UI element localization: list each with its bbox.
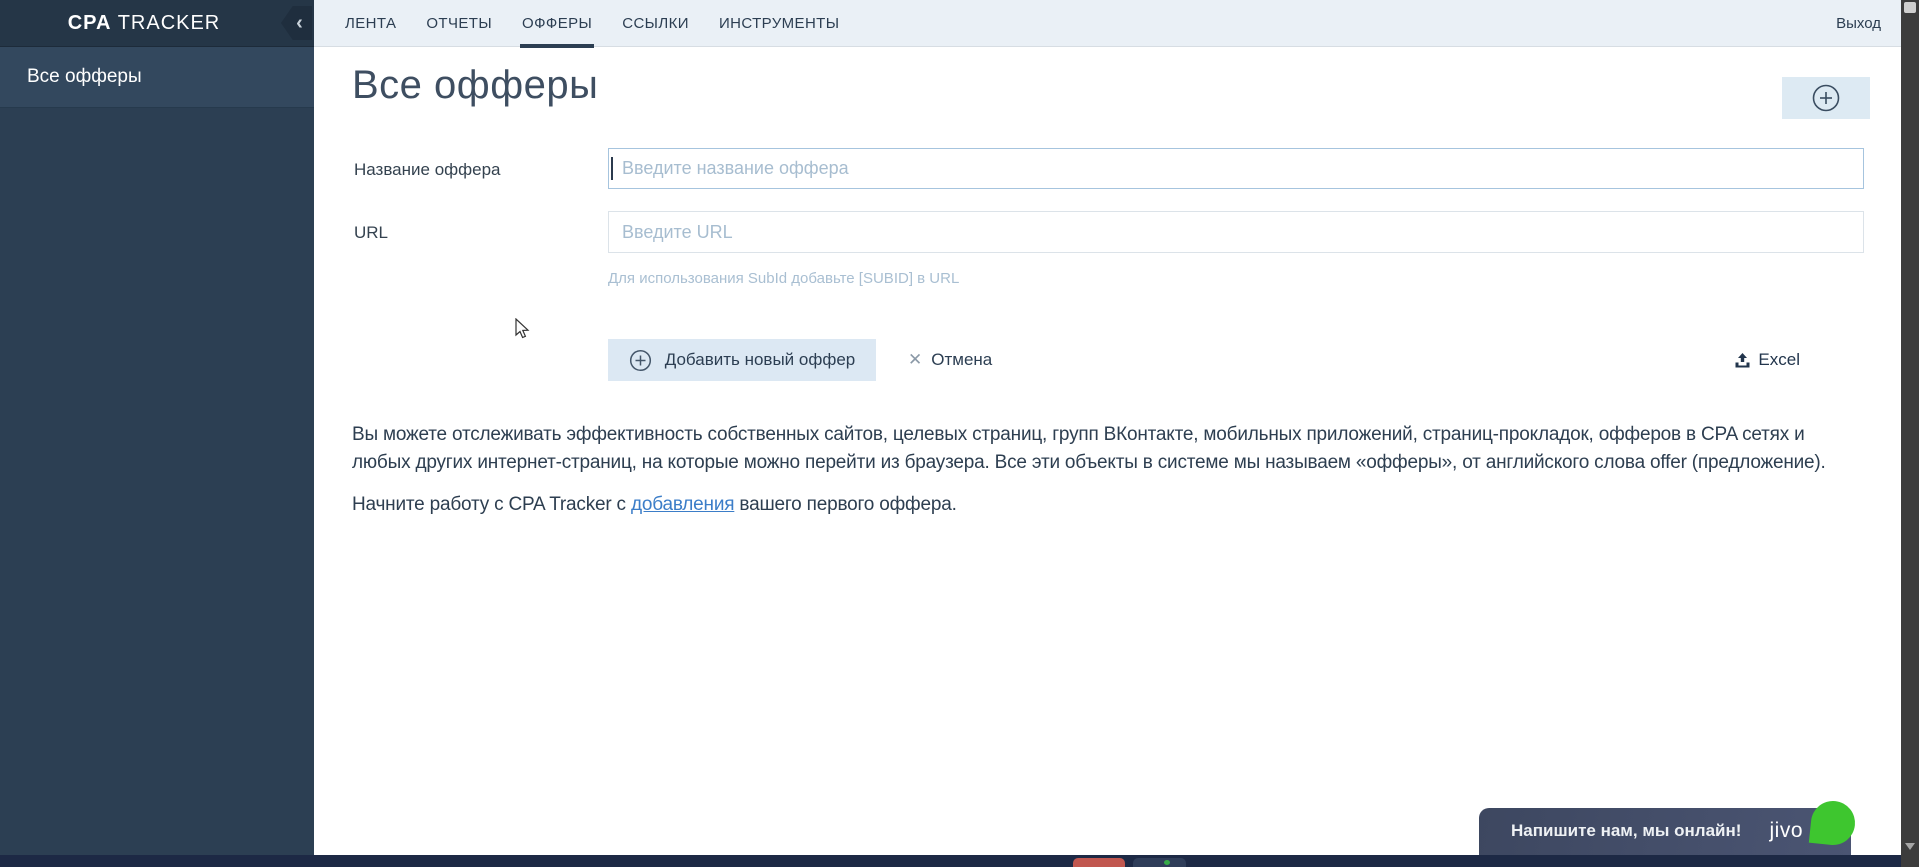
form-actions: Добавить новый оффер ✕ Отмена Excel — [608, 339, 1864, 381]
circle-plus-icon — [1812, 84, 1840, 112]
upload-icon — [1735, 352, 1750, 367]
close-icon: ✕ — [908, 350, 923, 369]
tab-instrumenty[interactable]: ИНСТРУМЕНТЫ — [719, 0, 840, 47]
sidebar-item-label: Все офферы — [27, 66, 142, 87]
sidebar-item-all-offers[interactable]: Все офферы — [0, 47, 314, 108]
app-window: CPA TRACKER ‹ Все офферы ЛЕНТА ОТЧЕТЫ ОФ… — [0, 0, 1919, 867]
excel-link-label: Excel — [1758, 350, 1800, 369]
main-content: Все офферы Название оффера URL Для испол… — [314, 48, 1901, 855]
tab-label: ССЫЛКИ — [622, 14, 689, 32]
getting-started-paragraph: Начните работу с CPA Tracker с добавлени… — [352, 491, 1854, 519]
sidebar: CPA TRACKER ‹ Все офферы — [0, 0, 314, 855]
bottom-bar-red-button[interactable] — [1073, 858, 1125, 867]
tab-label: ИНСТРУМЕНТЫ — [718, 14, 840, 32]
circle-plus-icon — [629, 349, 651, 371]
app-logo-rest: TRACKER — [117, 12, 221, 34]
offer-name-label: Название оффера — [354, 160, 501, 179]
add-offer-button-label: Добавить новый оффер — [664, 350, 856, 369]
tab-otchety[interactable]: ОТЧЕТЫ — [426, 0, 492, 47]
tab-offery[interactable]: ОФФЕРЫ — [520, 0, 595, 48]
cancel-button[interactable]: ✕ Отмена — [908, 350, 992, 370]
tab-lenta[interactable]: ЛЕНТА — [345, 0, 396, 47]
chat-message: Напишите нам, мы онлайн! — [1511, 821, 1742, 840]
tab-ssylki[interactable]: ССЫЛКИ — [622, 0, 689, 47]
bottom-bar — [0, 855, 1919, 867]
page-title: Все офферы — [352, 63, 599, 107]
chat-widget[interactable]: Напишите нам, мы онлайн! jivo — [1479, 798, 1858, 855]
tab-label: ЛЕНТА — [345, 14, 397, 32]
app-logo-bold: CPA — [67, 12, 112, 34]
scrollbar-thumb[interactable] — [1904, 2, 1916, 13]
chevron-left-icon: ‹ — [296, 12, 303, 34]
offer-name-input[interactable] — [608, 148, 1864, 189]
jivo-logo: jivo — [1769, 819, 1803, 842]
bottom-bar-green-button[interactable] — [1133, 858, 1186, 867]
app-logo: CPA TRACKER — [0, 0, 314, 47]
getting-started-prefix: Начните работу с CPA Tracker с — [352, 494, 631, 515]
offer-url-input[interactable] — [608, 211, 1864, 253]
cancel-button-label: Отмена — [931, 350, 993, 369]
sidebar-nav: Все офферы — [0, 47, 314, 108]
green-dot-icon — [1164, 860, 1170, 865]
add-offer-toggle-button[interactable] — [1782, 77, 1870, 119]
subid-hint: Для использования SubId добавьте [SUBID]… — [608, 270, 960, 287]
logout-link[interactable]: Выход — [1836, 15, 1881, 32]
add-first-offer-link[interactable]: добавления — [631, 494, 735, 515]
text-caret — [611, 157, 613, 180]
tab-label: ОТЧЕТЫ — [426, 14, 493, 32]
add-offer-button[interactable]: Добавить новый оффер — [608, 339, 876, 381]
intro-paragraph: Вы можете отслеживать эффективность собс… — [352, 424, 1826, 473]
excel-export-link[interactable]: Excel — [1734, 350, 1800, 370]
getting-started-suffix: вашего первого оффера. — [734, 494, 957, 515]
scroll-down-arrow-icon[interactable] — [1905, 843, 1915, 850]
vertical-scrollbar[interactable] — [1901, 0, 1919, 867]
topbar: ЛЕНТА ОТЧЕТЫ ОФФЕРЫ ССЫЛКИ ИНСТРУМЕНТЫ В… — [314, 0, 1901, 48]
tab-label: ОФФЕРЫ — [522, 14, 593, 32]
offer-url-label: URL — [354, 223, 389, 242]
sidebar-header: CPA TRACKER ‹ — [0, 0, 314, 47]
